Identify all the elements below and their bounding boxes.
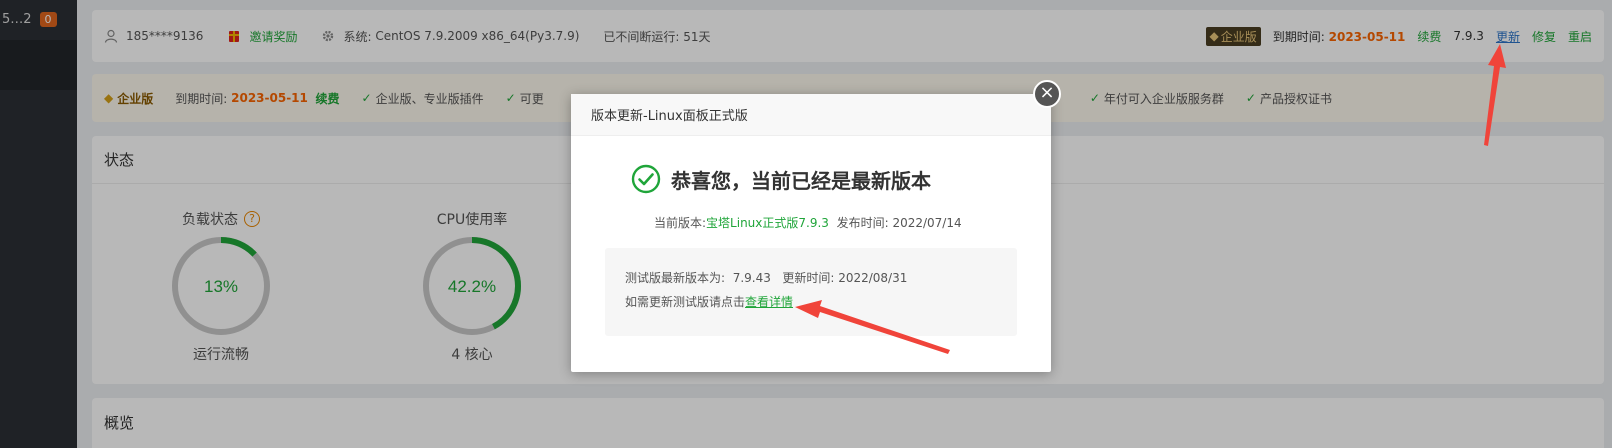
beta-version: 7.9.43 (732, 271, 771, 285)
dialog-title: 版本更新-Linux面板正式版 (571, 94, 1051, 136)
beta-label: 测试版最新版本为: (625, 271, 726, 285)
check-circle-icon (631, 164, 661, 194)
current-version-label: 当前版本: (654, 216, 707, 230)
beta-version-row: 测试版最新版本为: 7.9.43 更新时间: 2022/08/31 (625, 266, 997, 290)
current-version-row: 当前版本:宝塔Linux正式版7.9.3 发布时间: 2022/07/14 (654, 214, 962, 231)
beta-time: 2022/08/31 (838, 271, 908, 285)
update-dialog: 版本更新-Linux面板正式版 × 恭喜您，当前已经是最新版本 当前版本:宝塔L… (571, 80, 1061, 372)
success-row: 恭喜您，当前已经是最新版本 (631, 164, 931, 194)
view-details-link[interactable]: 查看详情 (745, 295, 793, 309)
beta-info-box: 测试版最新版本为: 7.9.43 更新时间: 2022/08/31 如需更新测试… (605, 248, 1017, 336)
current-version-value: 宝塔Linux正式版7.9.3 (706, 216, 829, 230)
close-icon[interactable]: × (1033, 80, 1061, 108)
success-heading: 恭喜您，当前已经是最新版本 (671, 168, 931, 193)
beta-hint-row: 如需更新测试版请点击查看详情 (625, 290, 997, 314)
release-date: 2022/07/14 (892, 216, 962, 230)
release-label: 发布时间: (836, 216, 889, 230)
beta-time-label: 更新时间: (782, 271, 835, 285)
beta-hint: 如需更新测试版请点击 (625, 295, 746, 309)
